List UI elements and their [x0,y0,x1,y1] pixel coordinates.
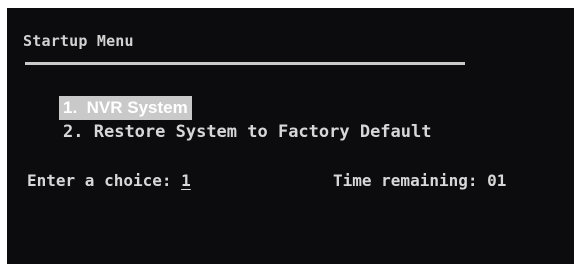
choice-prompt: Enter a choice: 1 [27,170,191,192]
time-remaining-value: 01 [487,171,507,190]
menu-item-label: NVR System [86,98,188,117]
menu-item-number: 2. [63,122,84,142]
choice-prompt-label: Enter a choice: [27,171,172,190]
menu-item-restore-factory-default[interactable]: 2. Restore System to Factory Default [63,121,432,143]
startup-screen: Startup Menu 1. NVR System 2. Restore Sy… [7,8,574,264]
title-divider [25,62,465,65]
menu-item-nvr-system[interactable]: 1. NVR System [59,96,192,120]
choice-input[interactable]: 1 [181,171,191,190]
time-remaining: Time remaining: 01 [333,170,506,192]
menu-item-label: Restore System to Factory Default [93,122,432,142]
time-remaining-label: Time remaining: [333,171,478,190]
menu-item-number: 1. [63,98,78,117]
startup-menu-title: Startup Menu [23,32,134,50]
